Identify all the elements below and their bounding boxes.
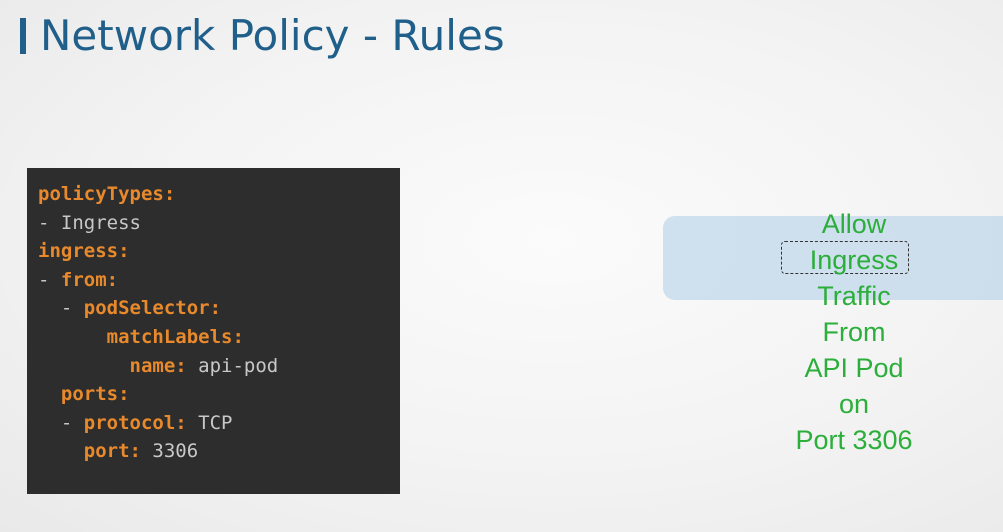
page-title: Network Policy - Rules xyxy=(40,11,505,60)
rule-line: on xyxy=(838,389,870,419)
code-key: podSelector: xyxy=(83,297,222,320)
code-line-ports: ports: xyxy=(27,380,400,409)
rule-line: Ingress xyxy=(809,245,899,275)
yaml-code-panel: policyTypes: - Ingress ingress: - from: … xyxy=(27,168,400,494)
code-key: from: xyxy=(60,268,119,291)
code-value: api-pod xyxy=(186,354,279,377)
code-value: - Ingress xyxy=(38,211,141,234)
code-line-ingress-type: - Ingress xyxy=(27,209,400,238)
rule-line: API Pod xyxy=(804,353,904,383)
code-line-pod-selector: - podSelector: xyxy=(27,294,400,323)
rule-line: Traffic xyxy=(817,281,891,311)
code-key: ports: xyxy=(38,383,130,406)
code-value: TCP xyxy=(186,411,233,434)
rule-description: Allow Ingress Traffic From API Pod on Po… xyxy=(754,206,954,458)
code-line-from: - from: xyxy=(27,266,400,295)
code-key: policyTypes: xyxy=(38,183,176,205)
code-key: matchLabels: xyxy=(38,325,244,348)
title-accent-bar xyxy=(20,18,26,54)
code-dash: - xyxy=(38,411,84,434)
code-dash: - xyxy=(38,268,61,291)
code-key: port: xyxy=(38,440,141,463)
code-key: ingress: xyxy=(38,240,130,263)
code-dash: - xyxy=(38,297,84,320)
rule-line: Allow xyxy=(821,209,887,239)
code-line-match-labels: matchLabels: xyxy=(27,323,400,352)
code-line-protocol: - protocol: TCP xyxy=(27,409,400,438)
rule-line: From xyxy=(822,317,886,347)
code-line-ingress: ingress: xyxy=(27,237,400,266)
code-line-name: name: api-pod xyxy=(27,352,400,381)
code-value: 3306 xyxy=(140,440,199,463)
code-line-policy-types: policyTypes: xyxy=(27,180,400,209)
code-key: name: xyxy=(38,354,187,377)
rule-line: Port 3306 xyxy=(795,425,913,455)
code-line-port: port: 3306 xyxy=(27,437,400,466)
code-key: protocol: xyxy=(83,411,187,434)
